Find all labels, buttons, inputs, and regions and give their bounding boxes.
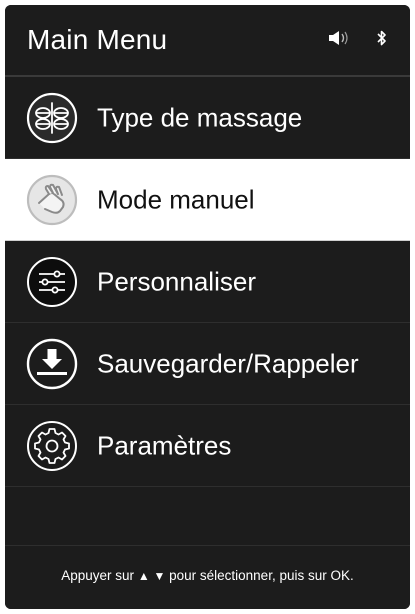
footer-hint: Appuyer sur ▲ ▼ pour sélectionner, puis … [5, 545, 410, 609]
menu-item-label: Personnaliser [97, 266, 256, 296]
menu-item-mode-manuel[interactable]: Mode manuel [5, 159, 410, 241]
up-arrow-icon: ▲ [137, 569, 150, 583]
massage-rollers-icon [25, 91, 79, 145]
main-menu: Type de massage Mode manuel Personnalise… [5, 77, 410, 487]
menu-item-label: Mode manuel [97, 184, 255, 214]
menu-item-sauvegarder-rappeler[interactable]: Sauvegarder/Rappeler [5, 323, 410, 405]
device-screen: Main Menu Type de massage Mode manuel Pe… [5, 5, 410, 609]
sliders-icon [25, 255, 79, 309]
hand-icon [25, 173, 79, 227]
gear-icon [25, 419, 79, 473]
bluetooth-icon [376, 29, 388, 47]
speaker-icon [328, 29, 350, 47]
menu-item-label: Paramètres [97, 430, 232, 460]
menu-item-personnaliser[interactable]: Personnaliser [5, 241, 410, 323]
footer-suffix: pour sélectionner, puis sur OK. [169, 568, 354, 583]
footer-prefix: Appuyer sur [61, 568, 135, 583]
header: Main Menu [5, 5, 410, 75]
download-icon [25, 337, 79, 391]
menu-item-label: Sauvegarder/Rappeler [97, 348, 359, 378]
status-icons [328, 29, 388, 47]
page-title: Main Menu [27, 24, 168, 55]
menu-item-parametres[interactable]: Paramètres [5, 405, 410, 487]
menu-item-type-de-massage[interactable]: Type de massage [5, 77, 410, 159]
empty-area [5, 487, 410, 545]
footer-instruction: Appuyer sur ▲ ▼ pour sélectionner, puis … [5, 568, 410, 583]
down-arrow-icon: ▼ [153, 569, 166, 583]
menu-item-label: Type de massage [97, 102, 303, 132]
